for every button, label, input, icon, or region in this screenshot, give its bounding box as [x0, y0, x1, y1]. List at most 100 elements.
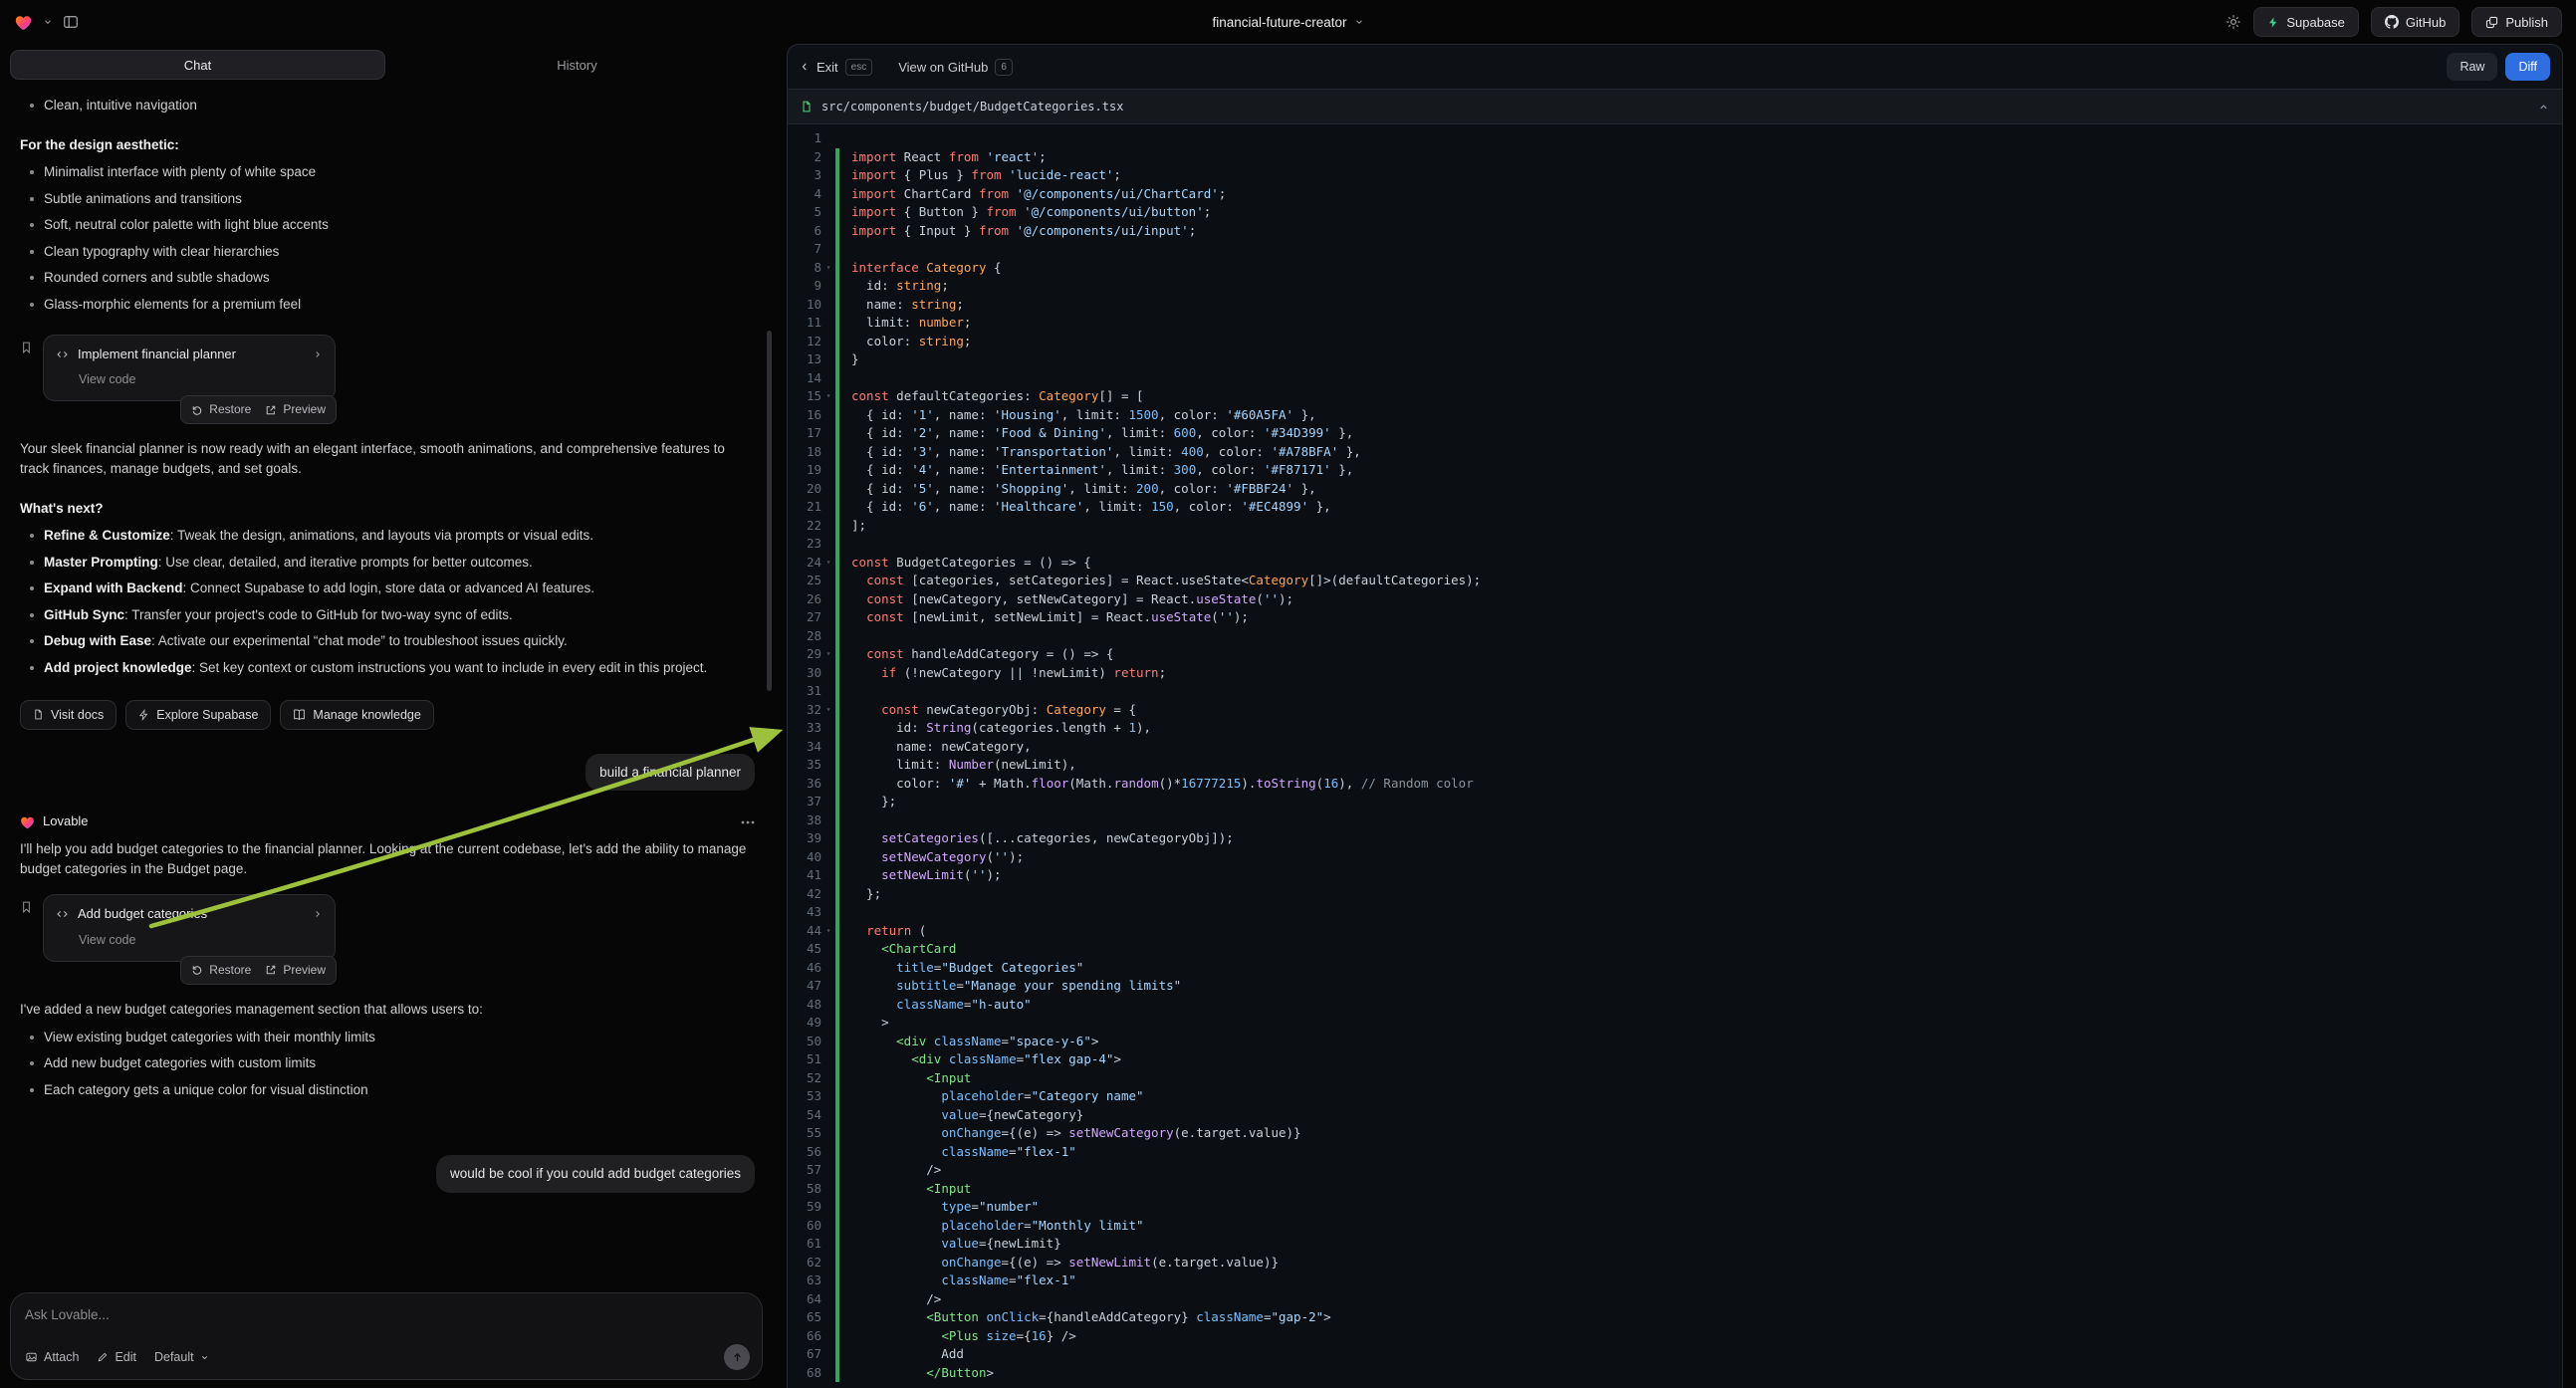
exit-button[interactable]: Exit esc: [800, 59, 872, 76]
line-number: 24: [788, 554, 821, 573]
restore-label: Restore: [209, 962, 251, 979]
fold-chevron-icon: [821, 590, 835, 609]
view-code-link[interactable]: View code: [79, 931, 323, 949]
line-number: 23: [788, 535, 821, 554]
code-text: [835, 240, 851, 259]
bullet-dot: [30, 1088, 34, 1092]
line-number: 11: [788, 314, 821, 333]
code-line: 3import { Plus } from 'lucide-react';: [788, 166, 2562, 185]
line-number: 57: [788, 1161, 821, 1180]
code-text: <Button onClick={handleAddCategory} clas…: [835, 1308, 1331, 1327]
tab-history[interactable]: History: [389, 50, 765, 80]
supabase-icon: [2267, 16, 2279, 29]
send-button[interactable]: [724, 1344, 750, 1370]
tool-card-header[interactable]: Implement financial planner: [56, 346, 323, 364]
list-item-text: View existing budget categories with the…: [44, 1028, 375, 1047]
code-line: 9 id: string;: [788, 277, 2562, 296]
line-number: 51: [788, 1050, 821, 1069]
code-header: Exit esc View on GitHub 6 Raw Diff: [788, 45, 2562, 89]
code-line: 49 >: [788, 1014, 2562, 1033]
attach-button[interactable]: Attach: [25, 1350, 79, 1364]
restore-button[interactable]: Restore: [191, 962, 251, 979]
chat-input[interactable]: [25, 1307, 748, 1322]
code-text: { id: '4', name: 'Entertainment', limit:…: [835, 461, 1353, 480]
quick-actions: Visit docs Explore Supabase Manage knowl…: [20, 700, 755, 730]
edit-mode-button[interactable]: Edit: [97, 1350, 136, 1364]
list-item-text: Each category gets a unique color for vi…: [44, 1080, 368, 1100]
lovable-logo-icon[interactable]: [14, 14, 33, 31]
manage-knowledge-button[interactable]: Manage knowledge: [280, 700, 433, 730]
line-number: 36: [788, 775, 821, 794]
file-bar[interactable]: src/components/budget/BudgetCategories.t…: [788, 89, 2562, 124]
line-number: 52: [788, 1069, 821, 1088]
tool-card-add-budget-categories[interactable]: Add budget categories View code Restore …: [43, 894, 336, 962]
line-number: 14: [788, 369, 821, 388]
project-menu[interactable]: financial-future-creator: [1212, 15, 1363, 30]
line-number: 20: [788, 480, 821, 499]
fold-chevron-icon: [821, 1308, 835, 1327]
code-text: type="number": [835, 1198, 1039, 1217]
publish-button[interactable]: Publish: [2471, 7, 2562, 37]
message-options-button[interactable]: [741, 820, 755, 824]
supabase-button[interactable]: Supabase: [2253, 7, 2359, 37]
visit-docs-button[interactable]: Visit docs: [20, 700, 117, 730]
explore-supabase-button[interactable]: Explore Supabase: [125, 700, 271, 730]
code-text: <Input: [835, 1069, 971, 1088]
view-on-github-link[interactable]: View on GitHub 6: [898, 59, 1013, 76]
sidebar-toggle-icon[interactable]: [63, 14, 79, 30]
list-item: Debug with Ease: Activate our experiment…: [30, 631, 755, 651]
fold-chevron-icon: [821, 185, 835, 204]
tool-card-implement-financial-planner[interactable]: Implement financial planner View code Re…: [43, 335, 336, 402]
fold-chevron-icon: [821, 903, 835, 922]
github-button[interactable]: GitHub: [2371, 7, 2459, 37]
fold-chevron-icon: [821, 1290, 835, 1309]
settings-gear-icon[interactable]: [2225, 14, 2241, 30]
code-line: 2import React from 'react';: [788, 148, 2562, 167]
code-line: 67 Add: [788, 1345, 2562, 1364]
restore-button[interactable]: Restore: [191, 401, 251, 418]
fold-chevron-icon: [821, 350, 835, 369]
chat-scrollbar[interactable]: [767, 331, 772, 691]
line-number: 31: [788, 682, 821, 701]
preview-button[interactable]: Preview: [265, 962, 326, 979]
code-text: onChange={(e) => setNewLimit(e.target.va…: [835, 1254, 1279, 1272]
line-number: 49: [788, 1014, 821, 1033]
bullet-dot: [30, 561, 34, 565]
code-line: 59 type="number": [788, 1198, 2562, 1217]
bookmark-icon[interactable]: [20, 900, 33, 962]
fold-chevron-icon: [821, 296, 835, 315]
code-text: <Plus size={16} />: [835, 1327, 1076, 1346]
fold-chevron-icon: [821, 1143, 835, 1162]
fold-chevron-icon: ▾: [821, 645, 835, 664]
code-editor[interactable]: 12import React from 'react';3import { Pl…: [788, 124, 2562, 1388]
list-item-text: Refine & Customize: Tweak the design, an…: [44, 526, 593, 546]
whats-next-heading: What's next?: [20, 499, 755, 519]
tool-card-header[interactable]: Add budget categories: [56, 905, 323, 924]
line-number: 22: [788, 517, 821, 536]
tab-chat[interactable]: Chat: [10, 50, 385, 80]
fold-chevron-icon: [821, 848, 835, 867]
bookmark-icon[interactable]: [20, 341, 33, 402]
model-select[interactable]: Default: [154, 1350, 209, 1364]
workspace-chevron-icon[interactable]: [43, 17, 53, 27]
code-text: { id: '5', name: 'Shopping', limit: 200,…: [835, 480, 1316, 499]
code-text: [835, 369, 851, 388]
code-line: 37 };: [788, 793, 2562, 811]
line-number: 38: [788, 811, 821, 830]
line-number: 59: [788, 1198, 821, 1217]
code-text: };: [835, 885, 881, 904]
raw-button[interactable]: Raw: [2447, 53, 2497, 81]
code-text: const defaultCategories: Category[] = [: [835, 387, 1144, 406]
preview-button[interactable]: Preview: [265, 401, 326, 418]
view-code-link[interactable]: View code: [79, 370, 323, 388]
code-icon: [56, 348, 69, 360]
collapse-chevron-icon[interactable]: [2538, 102, 2549, 113]
code-line: 38: [788, 811, 2562, 830]
bullet-dot: [30, 666, 34, 670]
diff-button[interactable]: Diff: [2505, 53, 2550, 81]
bullet-dot: [30, 586, 34, 590]
code-line: 47 subtitle="Manage your spending limits…: [788, 977, 2562, 996]
code-line: 26 const [newCategory, setNewCategory] =…: [788, 590, 2562, 609]
code-text: >: [835, 1014, 889, 1033]
manage-knowledge-label: Manage knowledge: [313, 708, 420, 722]
